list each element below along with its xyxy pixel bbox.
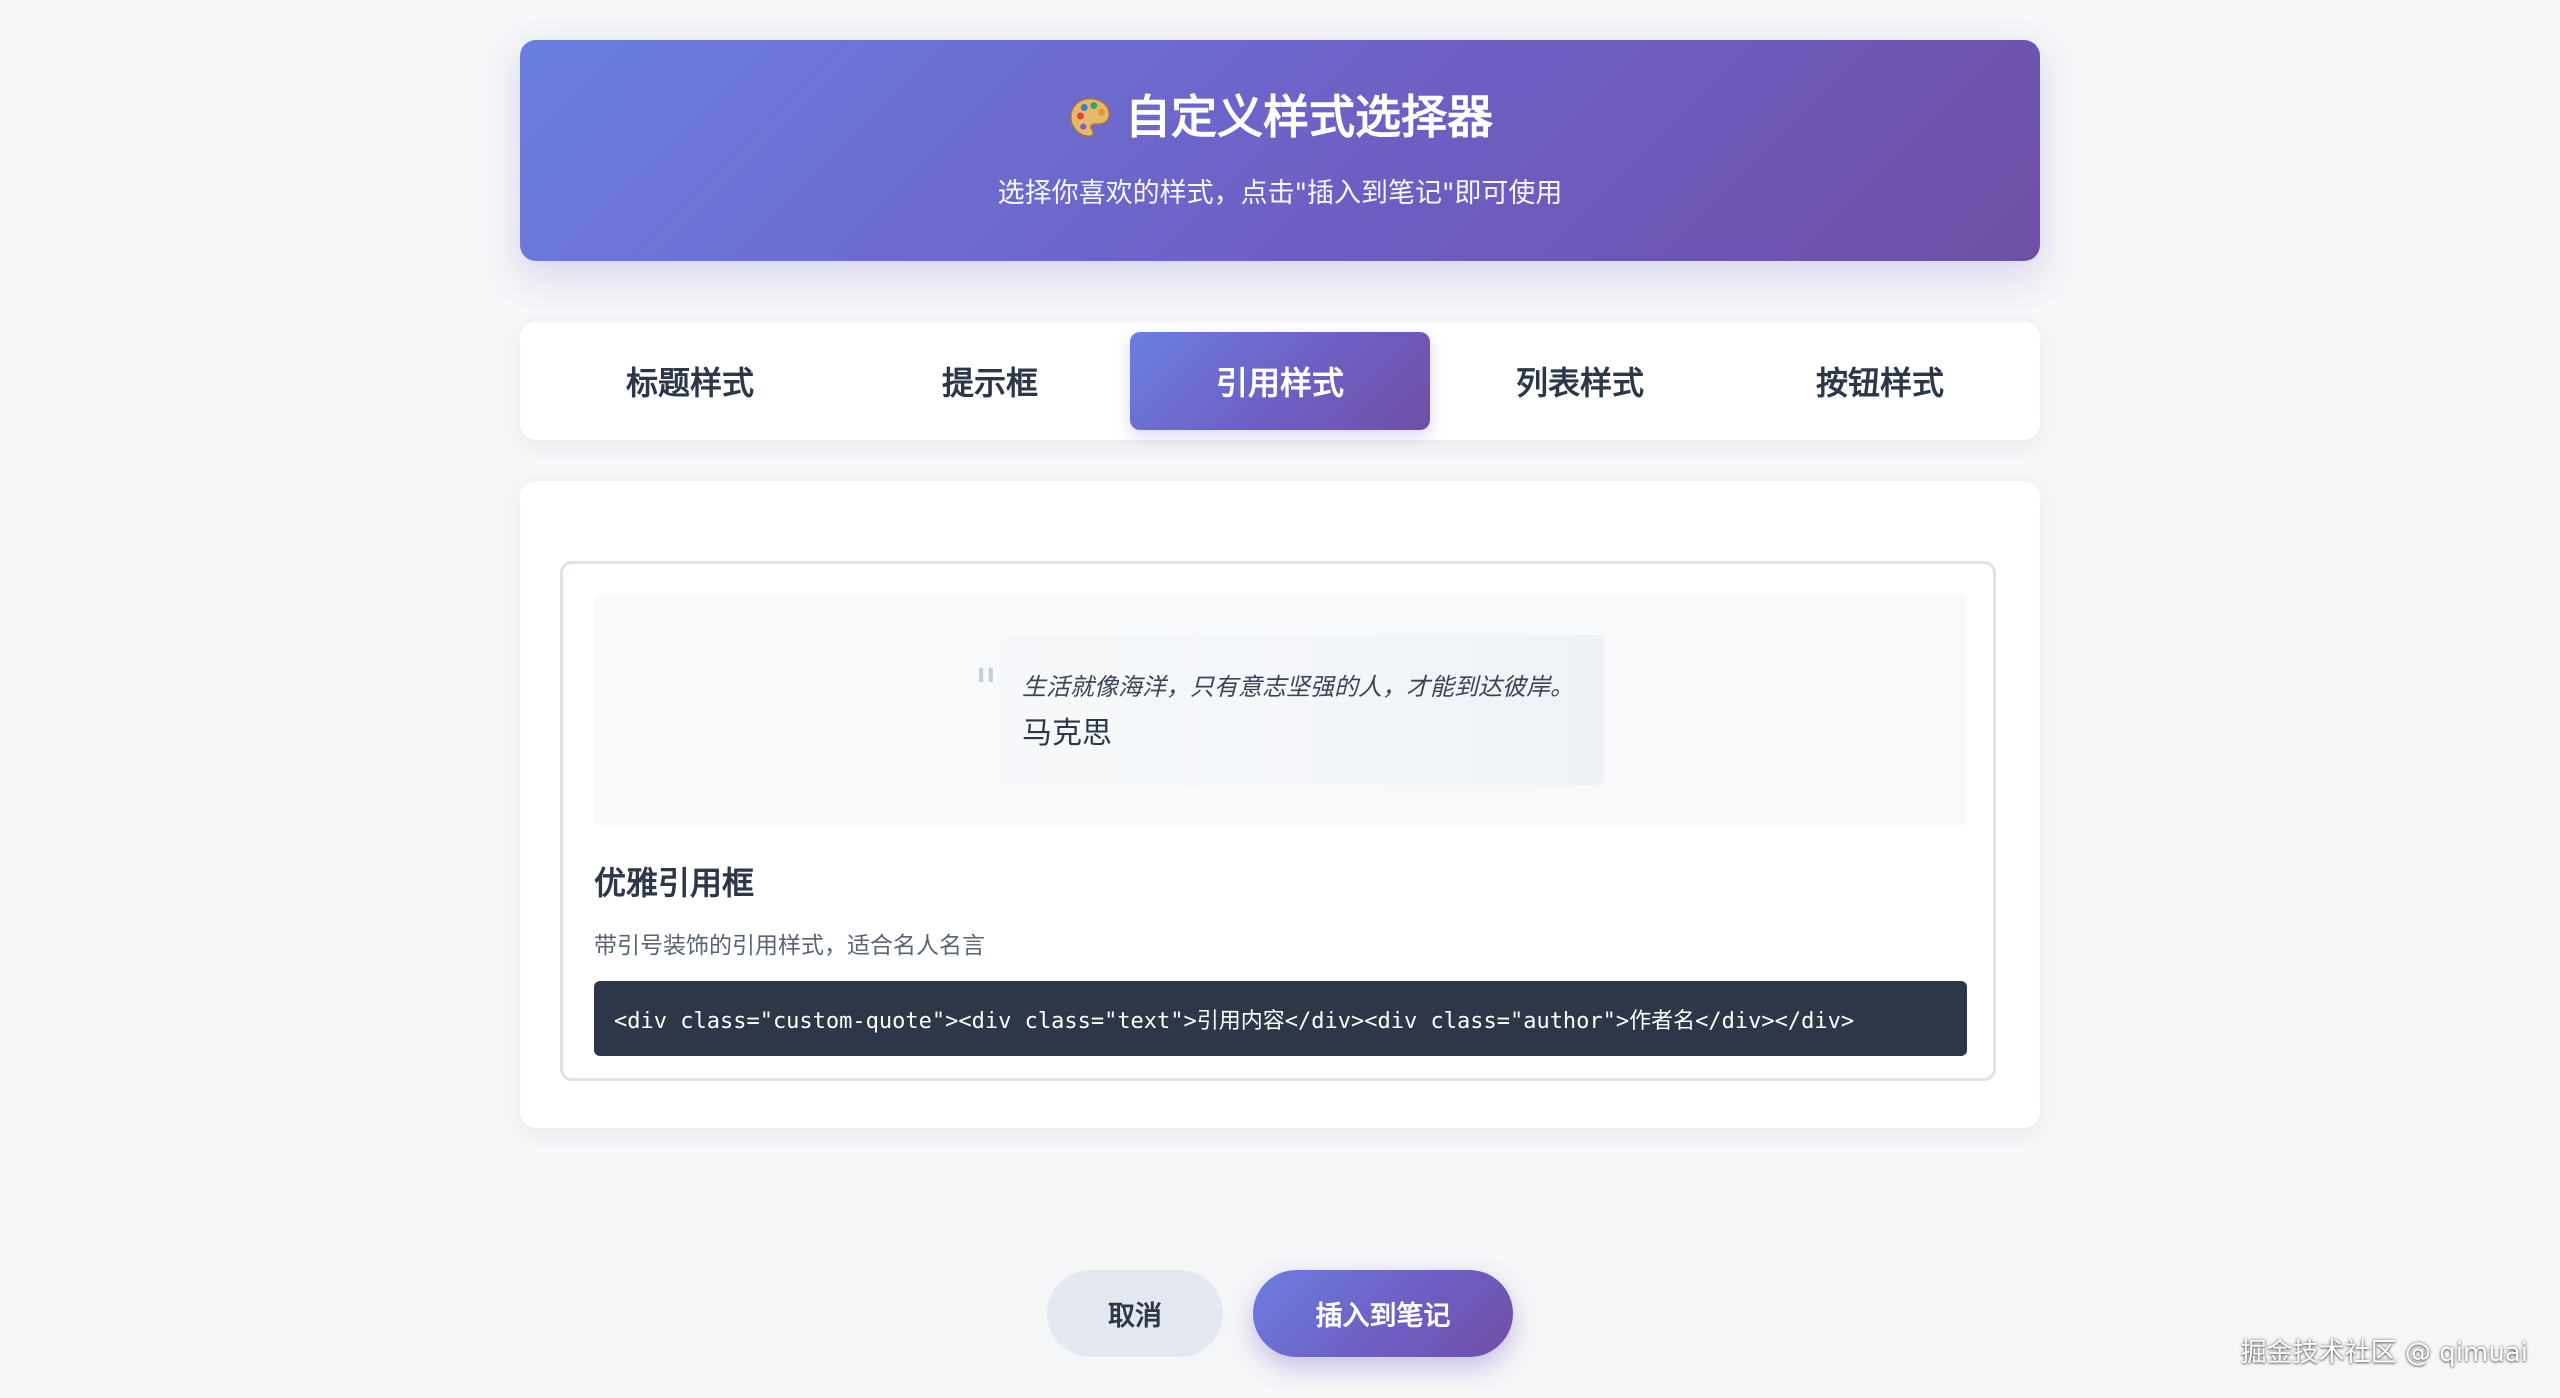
style-list-panel: " 生活就像海洋，只有意志坚强的人，才能到达彼岸。 马克思 优雅引用框 带引号装…	[520, 481, 2040, 1128]
cancel-button[interactable]: 取消	[1047, 1270, 1223, 1357]
header-subtitle: 选择你喜欢的样式，点击"插入到笔记"即可使用	[997, 178, 1563, 209]
insert-to-note-button[interactable]: 插入到笔记	[1253, 1270, 1513, 1357]
watermark: 掘金技术社区 @ qimuai	[2240, 1338, 2528, 1368]
tab-quote-styles[interactable]: 引用样式	[1130, 332, 1430, 430]
quote-text: 生活就像海洋，只有意志坚强的人，才能到达彼岸。	[1022, 673, 1574, 701]
palette-icon	[1070, 97, 1110, 137]
page-title: 自定义样式选择器	[520, 90, 2040, 145]
tab-list-styles[interactable]: 列表样式	[1430, 332, 1730, 430]
header-banner: 自定义样式选择器 选择你喜欢的样式，点击"插入到笔记"即可使用	[520, 40, 2040, 261]
tab-callout-boxes[interactable]: 提示框	[840, 332, 1140, 430]
tab-heading-styles[interactable]: 标题样式	[540, 332, 840, 430]
style-name: 优雅引用框	[594, 864, 755, 902]
style-preview: " 生活就像海洋，只有意志坚强的人，才能到达彼岸。 马克思	[594, 595, 1967, 825]
style-category-tabs: 标题样式 提示框 引用样式 列表样式 按钮样式	[520, 322, 2040, 440]
quote-mark-icon: "	[974, 659, 998, 719]
tab-button-styles[interactable]: 按钮样式	[1730, 332, 2030, 430]
header-title-text: 自定义样式选择器	[1125, 90, 1493, 144]
style-description: 带引号装饰的引用样式，适合名人名言	[594, 933, 985, 959]
style-option-card[interactable]: " 生活就像海洋，只有意志坚强的人，才能到达彼岸。 马克思 优雅引用框 带引号装…	[560, 561, 1996, 1081]
style-code-snippet: <div class="custom-quote"><div class="te…	[594, 981, 1967, 1056]
quote-author: 马克思	[1022, 716, 1112, 751]
